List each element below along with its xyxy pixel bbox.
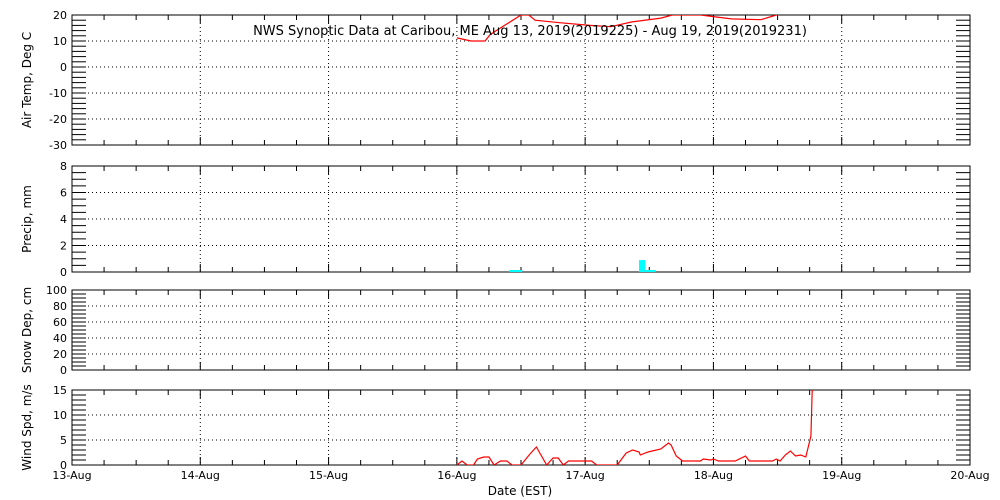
x-tick-label: 15-Aug bbox=[309, 469, 348, 482]
y-tick-label: 0 bbox=[60, 266, 67, 279]
y-tick-label: 2 bbox=[60, 240, 67, 253]
y-axis-label: Snow Dep, cm bbox=[20, 287, 34, 373]
precip-bar bbox=[645, 270, 656, 272]
y-axis-label: Air Temp, Deg C bbox=[20, 32, 34, 128]
y-tick-label: 20 bbox=[53, 9, 67, 22]
y-tick-label: 80 bbox=[53, 300, 67, 313]
y-tick-label: 10 bbox=[53, 409, 67, 422]
x-axis-label: Date (EST) bbox=[488, 484, 552, 498]
y-tick-label: 15 bbox=[53, 384, 67, 397]
panel-3: 051015Wind Spd, m/s bbox=[20, 384, 971, 472]
y-tick-label: 40 bbox=[53, 332, 67, 345]
chart-title: NWS Synoptic Data at Caribou, ME Aug 13,… bbox=[253, 24, 807, 39]
x-tick-label: 18-Aug bbox=[694, 469, 733, 482]
y-tick-label: -10 bbox=[49, 87, 67, 100]
panel-frame bbox=[71, 389, 971, 466]
y-tick-label: -30 bbox=[49, 139, 67, 152]
y-tick-label: 60 bbox=[53, 316, 67, 329]
x-tick-label: 13-Aug bbox=[52, 469, 91, 482]
precip-bar bbox=[639, 260, 646, 272]
y-tick-label: -20 bbox=[49, 113, 67, 126]
x-tick-label: 17-Aug bbox=[566, 469, 605, 482]
x-tick-label: 19-Aug bbox=[822, 469, 861, 482]
y-tick-label: 5 bbox=[60, 434, 67, 447]
x-tick-label: 14-Aug bbox=[181, 469, 220, 482]
y-tick-label: 0 bbox=[60, 364, 67, 377]
panel-frame bbox=[71, 289, 971, 371]
precip-bar bbox=[509, 270, 523, 272]
panel-2: 0 20 40 60 80 100 Snow Dep, cm bbox=[20, 284, 971, 377]
x-tick-label: 20-Aug bbox=[950, 469, 989, 482]
y-tick-label: 10 bbox=[53, 35, 67, 48]
chart-container: -30 -20 -10 0 10 20 Air Temp, Deg C 0 2 4 6 8 Precip… bbox=[0, 0, 1000, 500]
y-axis-label: Wind Spd, m/s bbox=[20, 384, 34, 470]
x-tick-label: 16-Aug bbox=[437, 469, 476, 482]
y-axis-label: Precip, mm bbox=[20, 185, 34, 253]
series-line bbox=[456, 390, 813, 465]
panel-1: 0 2 4 6 8 Precip, mm bbox=[20, 160, 971, 279]
y-tick-label: 0 bbox=[60, 61, 67, 74]
y-tick-label: 4 bbox=[60, 213, 67, 226]
y-tick-label: 6 bbox=[60, 187, 67, 200]
y-tick-label: 8 bbox=[60, 160, 67, 173]
y-tick-label: 20 bbox=[53, 348, 67, 361]
y-tick-label: 100 bbox=[46, 284, 67, 297]
chart-svg: -30 -20 -10 0 10 20 Air Temp, Deg C 0 2 4 6 8 Precip… bbox=[20, 9, 990, 498]
